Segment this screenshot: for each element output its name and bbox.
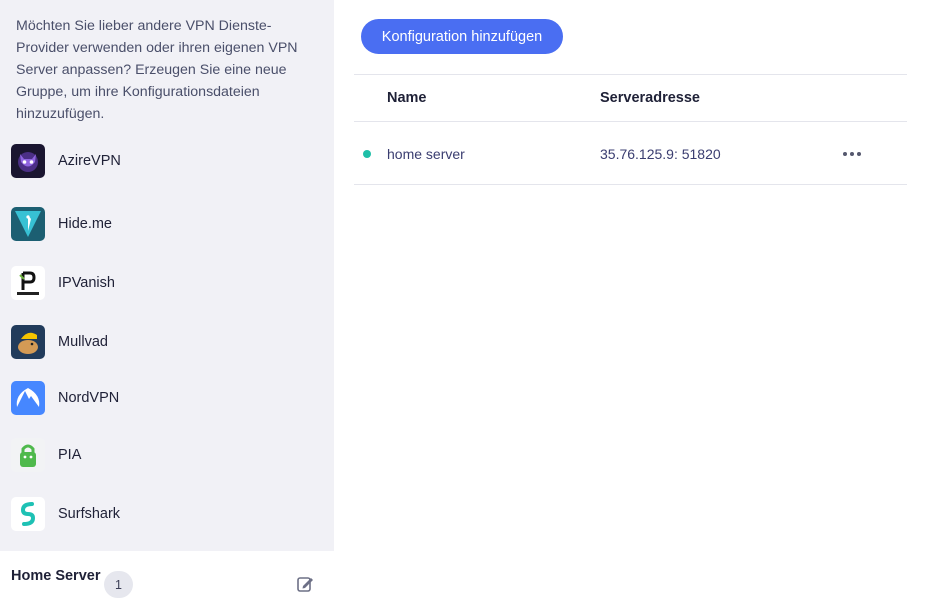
sidebar: Möchten Sie lieber andere VPN Dienste-Pr… — [0, 0, 334, 601]
provider-name: NordVPN — [58, 390, 120, 406]
column-header-name[interactable]: Name — [387, 90, 427, 106]
table-divider — [354, 121, 907, 122]
surfshark-logo-icon — [11, 497, 45, 531]
provider-name: Hide.me — [58, 216, 112, 232]
column-header-server-address[interactable]: Serveradresse — [600, 90, 700, 106]
provider-name: Mullvad — [58, 334, 108, 350]
provider-name: PIA — [58, 447, 82, 463]
more-options-icon[interactable] — [840, 144, 864, 164]
provider-name: AzireVPN — [58, 153, 121, 169]
add-configuration-button[interactable]: Konfiguration hinzufügen — [361, 19, 563, 54]
pia-logo-icon — [11, 438, 45, 472]
provider-item-surfshark[interactable]: Surfshark — [0, 488, 334, 540]
row-address-cell: 35.76.125.9: 51820 — [600, 146, 721, 162]
provider-item-nordvpn[interactable]: NordVPN — [0, 372, 334, 424]
group-name: Home Server — [11, 568, 101, 584]
provider-item-pia[interactable]: PIA — [0, 429, 334, 481]
ipvanish-logo-icon — [11, 266, 45, 300]
nordvpn-logo-icon — [11, 381, 45, 415]
table-divider — [354, 184, 907, 185]
status-dot — [363, 150, 371, 158]
provider-item-ipvanish[interactable]: IPVanish — [0, 257, 334, 309]
sidebar-intro-text: Möchten Sie lieber andere VPN Dienste-Pr… — [16, 18, 298, 122]
provider-item-mullvad[interactable]: Mullvad — [0, 316, 334, 368]
azirevpn-logo-icon — [11, 144, 45, 178]
table-divider — [354, 74, 907, 75]
edit-icon[interactable] — [296, 575, 314, 593]
provider-item-azirevpn[interactable]: AzireVPN — [0, 135, 334, 187]
row-name-cell: home server — [387, 146, 465, 162]
provider-name: IPVanish — [58, 275, 115, 291]
provider-item-hideme[interactable]: Hide.me — [0, 198, 334, 250]
group-count-badge: 1 — [104, 571, 133, 598]
provider-name: Surfshark — [58, 506, 121, 522]
hideme-logo-icon — [11, 207, 45, 241]
mullvad-logo-icon — [11, 325, 45, 359]
